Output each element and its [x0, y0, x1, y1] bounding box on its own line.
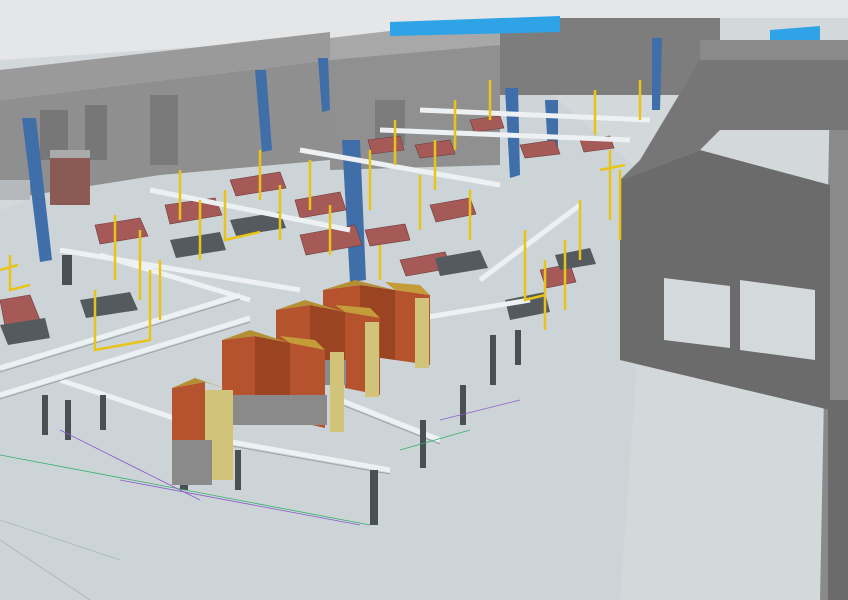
cad-3d-viewport[interactable] [0, 0, 848, 600]
factory-scene[interactable] [0, 0, 848, 600]
